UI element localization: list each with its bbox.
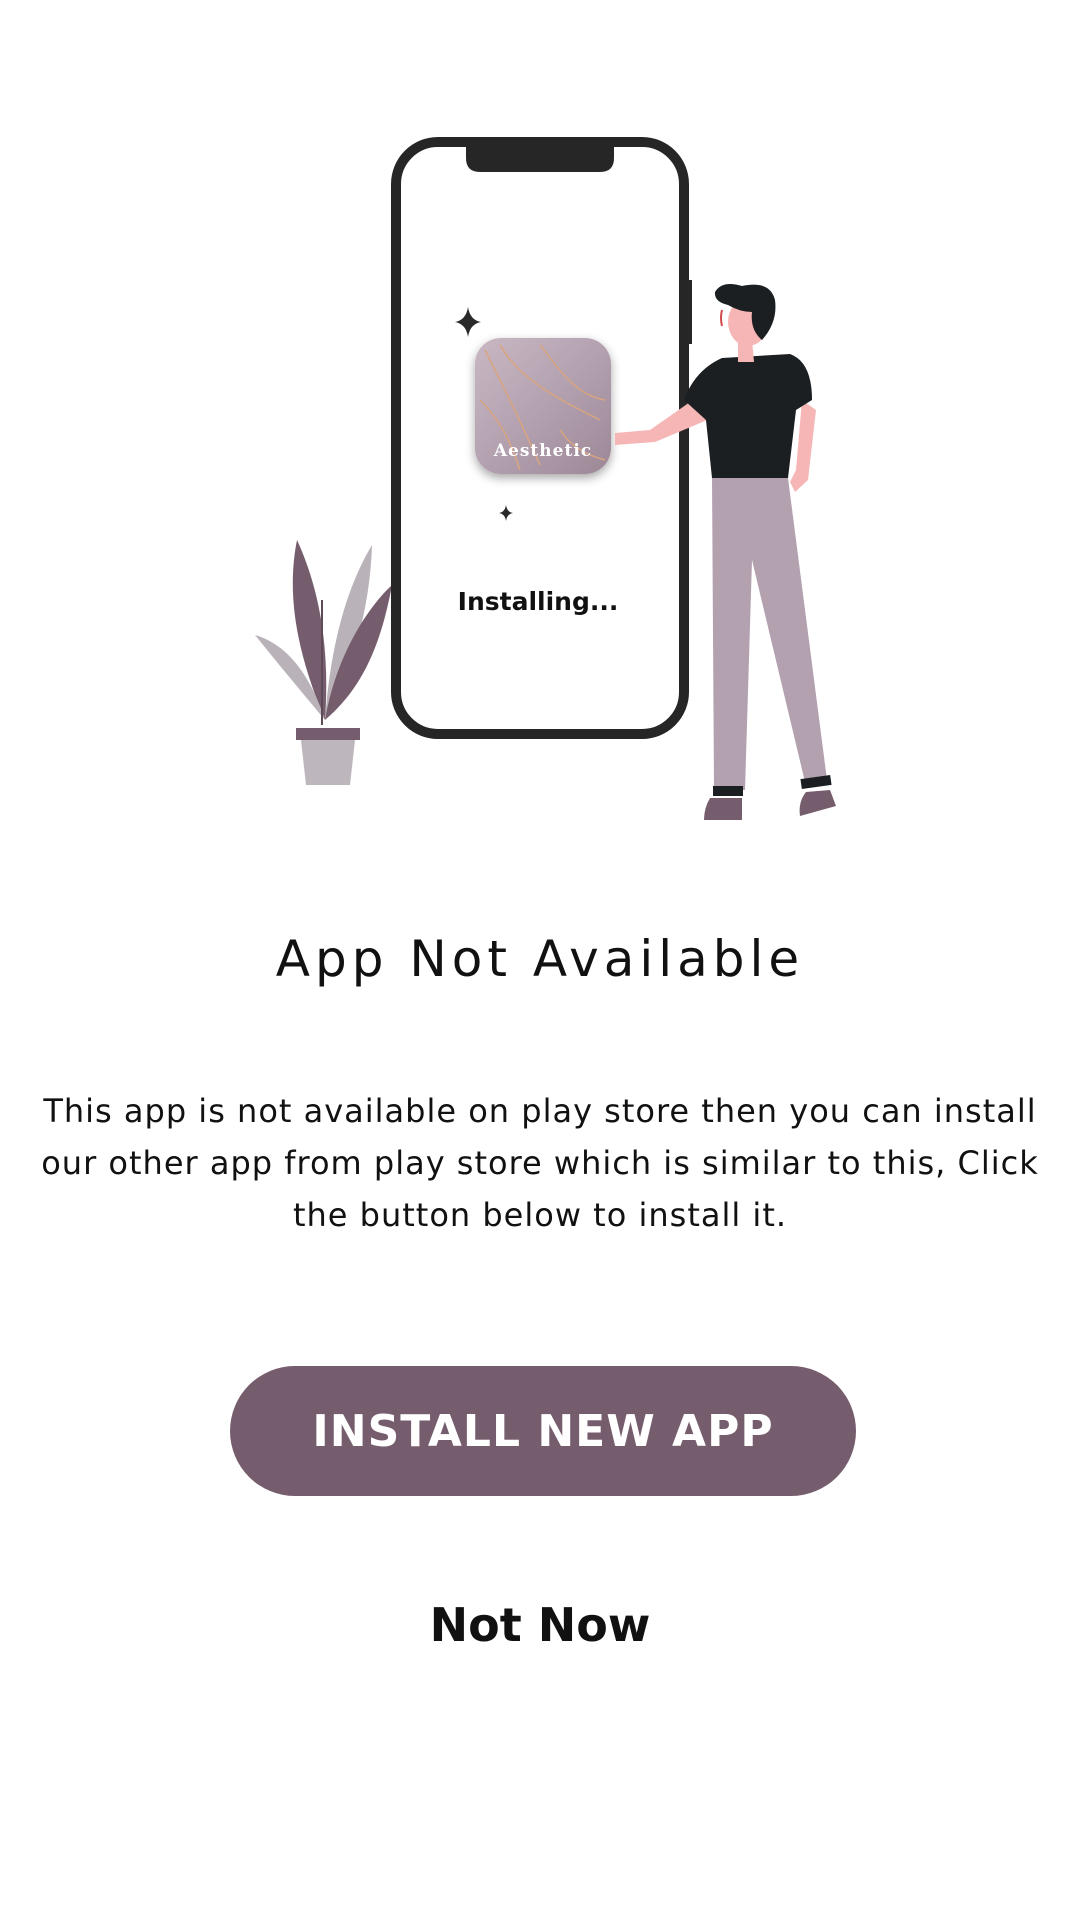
app-icon-label: Aesthetic xyxy=(493,441,592,461)
page-title: App Not Available xyxy=(275,930,805,988)
install-illustration: Aesthetic Installing... xyxy=(255,137,836,820)
dialog-message: This app is not available on play store … xyxy=(41,1092,1039,1234)
installing-status-text: Installing... xyxy=(458,587,619,616)
plant-icon xyxy=(255,540,392,785)
install-new-app-button[interactable]: INSTALL NEW APP xyxy=(230,1366,856,1496)
not-now-button[interactable]: Not Now xyxy=(390,1590,690,1660)
